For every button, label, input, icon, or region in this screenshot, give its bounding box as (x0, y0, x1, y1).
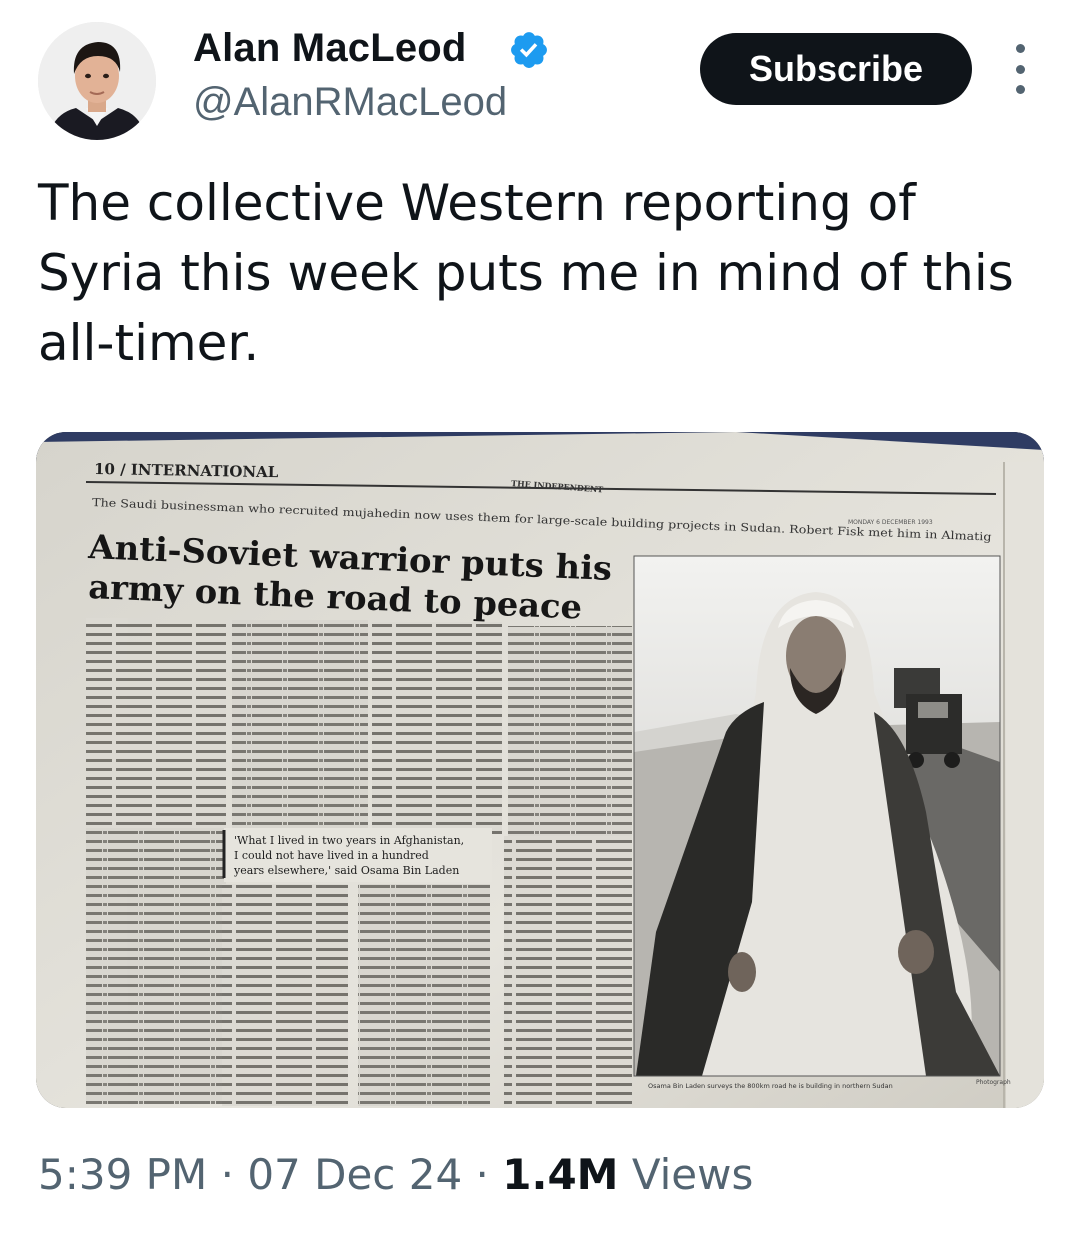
tweet-media-image[interactable]: 10 / INTERNATIONAL THE INDEPENDENT MONDA… (36, 432, 1044, 1108)
pull-quote-line: years elsewhere,' said Osama Bin Laden (233, 864, 459, 877)
verified-badge-icon (511, 32, 547, 68)
tweet-date[interactable]: 07 Dec 24 (247, 1150, 462, 1199)
section-label: 10 / INTERNATIONAL (94, 460, 279, 481)
photo-credit: Photograph (976, 1079, 1011, 1086)
separator: · (475, 1150, 489, 1199)
separator: · (220, 1150, 234, 1199)
tweet-text-line: all-timer. (38, 314, 260, 372)
views-label: Views (631, 1150, 754, 1199)
tweet-time[interactable]: 5:39 PM (38, 1150, 207, 1199)
photo-caption: Osama Bin Laden surveys the 800km road h… (648, 1082, 893, 1090)
news-photo (634, 556, 1000, 1076)
subscribe-button[interactable]: Subscribe (700, 33, 972, 105)
newspaper-photo: 10 / INTERNATIONAL THE INDEPENDENT MONDA… (36, 432, 1044, 1108)
author-handle[interactable]: @AlanRMacLeod (193, 80, 507, 125)
tweet-text-line: Syria this week puts me in mind of this (38, 244, 1014, 302)
pull-quote-line: I could not have lived in a hundred (234, 849, 429, 862)
author-name[interactable]: Alan MacLeod (193, 26, 467, 71)
tweet-text: The collective Western reporting of Syri… (38, 168, 1038, 378)
avatar[interactable] (38, 22, 156, 140)
tweet-metadata: 5:39 PM · 07 Dec 24 · 1.4M Views (38, 1150, 753, 1199)
views-count[interactable]: 1.4M (502, 1150, 618, 1199)
pull-quote-line: 'What I lived in two years in Afghanista… (234, 834, 464, 847)
more-options-icon[interactable] (1008, 44, 1032, 94)
avatar-photo (38, 22, 156, 140)
tweet-text-line: The collective Western reporting of (38, 174, 916, 232)
